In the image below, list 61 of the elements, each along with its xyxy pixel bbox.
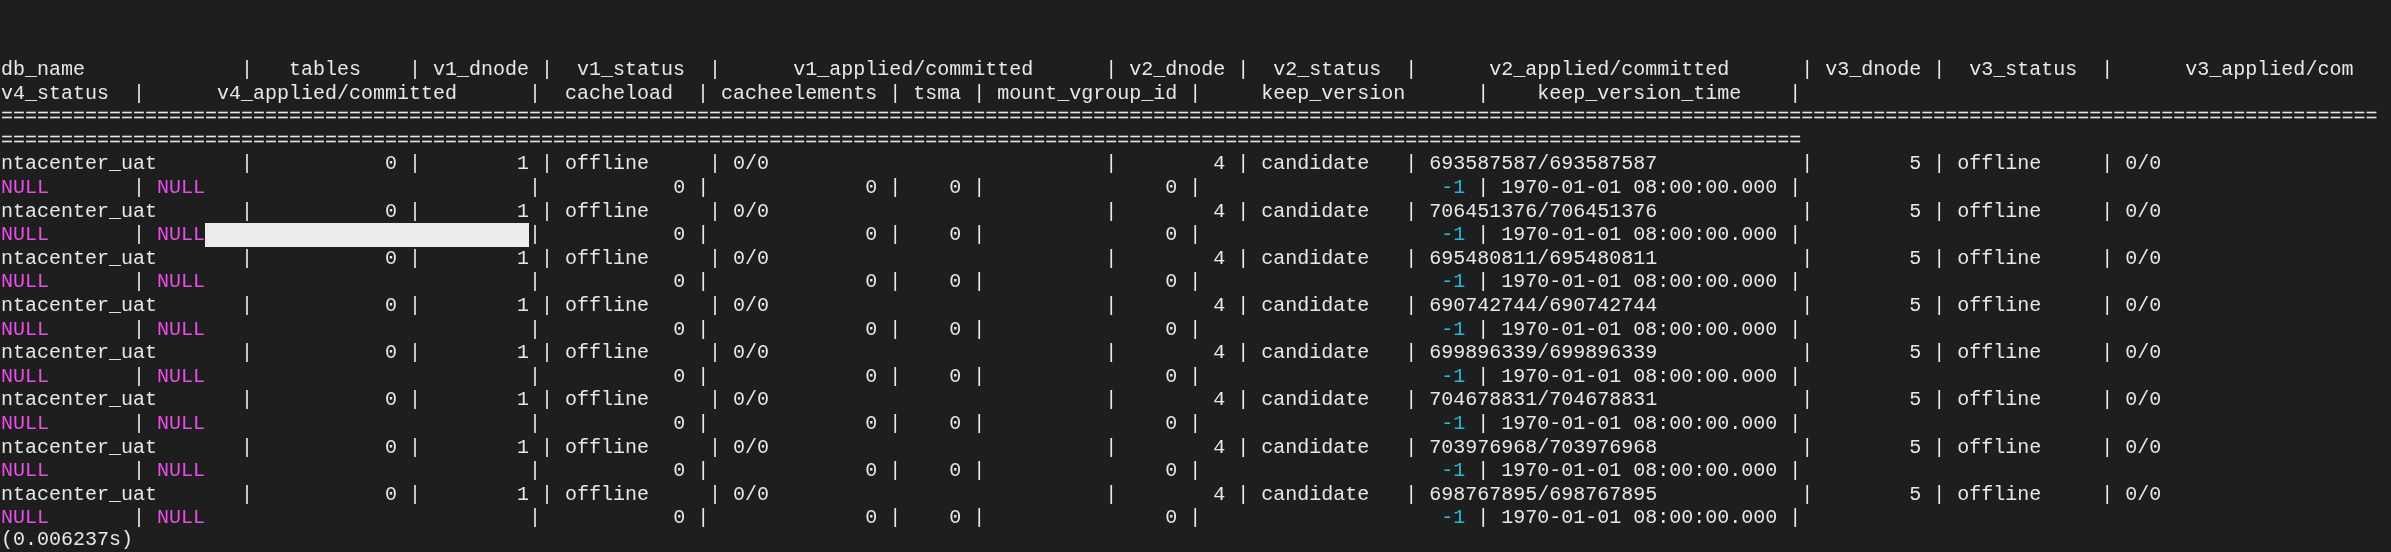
table-row-text: | xyxy=(132,317,147,342)
table-row-text: | 0 | 0 | 0 | 0 | xyxy=(528,317,1203,342)
table-row-text: | 1970-01-01 08:00:00.000 | xyxy=(1476,506,1802,530)
number-value: -1 xyxy=(1441,317,1466,342)
table-row-text: | 1970-01-01 08:00:00.000 | xyxy=(1476,411,1802,436)
null-value: NULL xyxy=(1,364,49,389)
null-value: NULL xyxy=(157,317,206,342)
separator-text: ====================================================================================================================================================================================================== xyxy=(1,105,2378,129)
table-row-text: | 1970-01-01 08:00:00.000 | xyxy=(1476,459,1802,483)
null-value: NULL xyxy=(157,270,206,294)
null-value: NULL xyxy=(157,175,206,200)
table-row-text: ntacenter_uat | 0 | 1 | offline | 0/0 | 4 | candidate | 695480811/695480811 | 5 | offline | 0/0 xyxy=(1,246,2162,271)
table-row-text: ntacenter_uat | 0 | 1 | offline | 0/0 | 4 | candidate | 699896339/699896339 | 5 | offline | 0/0 xyxy=(1,341,2162,365)
table-row-text: ntacenter_uat | 0 | 1 | offline | 0/0 | 4 | candidate | 690742744/690742744 | 5 | offline | 0/0 xyxy=(1,293,2162,318)
null-value: NULL xyxy=(1,270,49,294)
null-value: NULL xyxy=(157,506,206,530)
table-row-text: | xyxy=(132,459,147,483)
table-row-text: | 0 | 0 | 0 | 0 | xyxy=(528,364,1203,389)
query-time-text: (0.006237s) xyxy=(1,529,134,550)
table-row-text: ntacenter_uat | 0 | 1 | offline | 0/0 | 4 | candidate | 704678831/704678831 | 5 | offline | 0/0 xyxy=(1,388,2162,412)
table-row-text: | 1970-01-01 08:00:00.000 | xyxy=(1476,364,1802,389)
column-header-text: db_name | tables | v1_dnode | v1_status | v1_applied/committed | v2_dnode | v2_status | v2_applied/committed | v3_dnode | v3_status | v3_applied/com xyxy=(1,58,2354,82)
table-row-text: | 0 | 0 | 0 | 0 | xyxy=(528,411,1203,436)
column-header-text: v4_status | v4_applied/committed | cacheload | cacheelements | tsma | mount_vgroup_id | keep_version | keep_version_time | xyxy=(1,81,1802,106)
null-value: NULL xyxy=(157,411,206,436)
table-row-text: | 1970-01-01 08:00:00.000 | xyxy=(1476,175,1802,200)
table-row-text: | 1970-01-01 08:00:00.000 | xyxy=(1476,317,1802,342)
table-row-text: | 1970-01-01 08:00:00.000 | xyxy=(1476,223,1802,247)
null-value: NULL xyxy=(157,459,206,483)
separator-text: ====================================================================================================================================================== xyxy=(1,128,1802,153)
table-row-text: | 0 | 0 | 0 | 0 | xyxy=(528,270,1203,294)
table-row-text: | xyxy=(132,364,147,389)
table-row-text: ntacenter_uat | 0 | 1 | offline | 0/0 | 4 | candidate | 698767895/698767895 | 5 | offline | 0/0 xyxy=(1,482,2162,507)
table-row-text: | xyxy=(132,411,147,436)
table-row-text: ntacenter_uat | 0 | 1 | offline | 0/0 | 4 | candidate | 706451376/706451376 | 5 | offline | 0/0 xyxy=(1,199,2162,224)
table-row-text: | 0 | 0 | 0 | 0 | xyxy=(529,223,1203,247)
table-row-text: | 0 | 0 | 0 | 0 | xyxy=(528,175,1203,200)
null-value: NULL xyxy=(1,411,49,436)
null-value: NULL xyxy=(1,175,49,200)
table-row-text: | 0 | 0 | 0 | 0 | xyxy=(528,506,1203,530)
null-value: NULL xyxy=(157,223,206,247)
number-value: -1 xyxy=(1441,411,1466,436)
number-value: -1 xyxy=(1441,223,1466,247)
number-value: -1 xyxy=(1441,270,1466,294)
table-row-text: | xyxy=(132,223,147,247)
number-value: -1 xyxy=(1441,364,1466,389)
table-row-text: | xyxy=(132,506,147,530)
null-value: NULL xyxy=(157,364,206,389)
table-row-text: | xyxy=(132,175,147,200)
table-row-text: ntacenter_uat | 0 | 1 | offline | 0/0 | 4 | candidate | 703976968/703976968 | 5 | offline | 0/0 xyxy=(1,435,2162,460)
table-row-text: | xyxy=(132,270,147,294)
null-value: NULL xyxy=(1,223,49,247)
table-row-text: ntacenter_uat | 0 | 1 | offline | 0/0 | 4 | candidate | 693587587/693587587 | 5 | offline | 0/0 xyxy=(1,152,2162,176)
null-value: NULL xyxy=(1,459,49,483)
number-value: -1 xyxy=(1441,506,1466,530)
number-value: -1 xyxy=(1441,175,1466,200)
null-value: NULL xyxy=(1,506,49,530)
null-value: NULL xyxy=(1,317,49,342)
number-value: -1 xyxy=(1441,459,1466,483)
table-row-text: | 1970-01-01 08:00:00.000 | xyxy=(1476,270,1802,294)
table-row-text: | 0 | 0 | 0 | 0 | xyxy=(528,459,1203,483)
